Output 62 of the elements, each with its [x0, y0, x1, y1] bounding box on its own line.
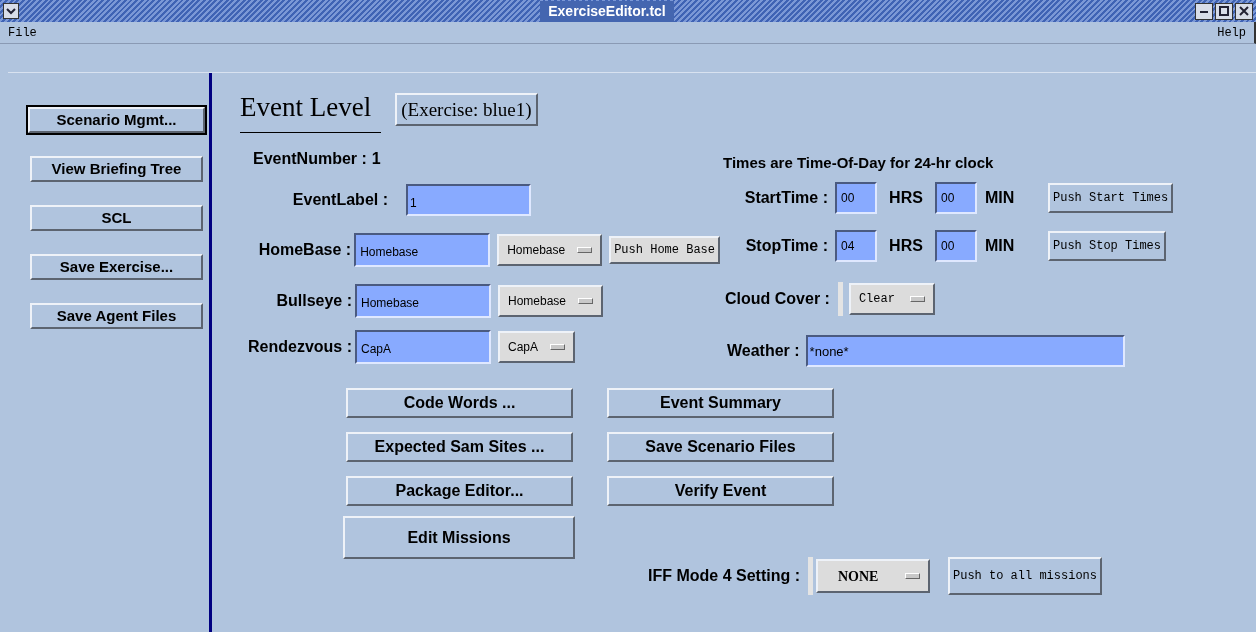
- field-label: Weather :: [727, 341, 800, 361]
- sidebar-button[interactable]: Scenario Mgmt...: [28, 107, 205, 133]
- sidebar-button[interactable]: View Briefing Tree: [30, 156, 203, 182]
- field-label: Cloud Cover :: [725, 289, 830, 309]
- menu-item[interactable]: File: [8, 23, 37, 42]
- field-label: EventLabel :: [291, 189, 388, 210]
- dropdown[interactable]: Homebase: [497, 233, 603, 266]
- dropdown[interactable]: NONE: [816, 559, 930, 593]
- input-field[interactable]: 00: [835, 182, 877, 214]
- input-field[interactable]: Homebase: [355, 283, 491, 318]
- field-value: 1: [371, 148, 381, 169]
- push-button[interactable]: Push Start Times: [1048, 183, 1174, 213]
- field-label: Bullseye :: [275, 290, 352, 311]
- input-field[interactable]: CapA: [355, 329, 491, 364]
- push-button[interactable]: Push Stop Times: [1048, 231, 1167, 261]
- action-button[interactable]: Event Summary: [607, 388, 834, 418]
- input-field[interactable]: *none*: [805, 335, 1125, 367]
- separator-bar: [837, 282, 843, 316]
- dropdown[interactable]: CapA: [498, 330, 576, 363]
- input-field[interactable]: 04: [835, 230, 877, 262]
- input-field[interactable]: 00: [935, 182, 977, 214]
- exercise-button[interactable]: (Exercise: blue1): [395, 93, 538, 127]
- field-label: EventNumber :: [253, 148, 367, 169]
- sidebar-button[interactable]: Save Agent Files: [30, 303, 203, 329]
- maximize-icon[interactable]: [1215, 2, 1233, 20]
- option-indicator-icon: [905, 573, 920, 579]
- action-button[interactable]: Verify Event: [607, 476, 834, 506]
- window-menu-icon[interactable]: [3, 3, 19, 19]
- menu-item[interactable]: Help: [1217, 23, 1246, 42]
- field-label: IFF Mode 4 Setting :: [648, 566, 800, 586]
- minimize-icon[interactable]: [1195, 2, 1213, 20]
- action-button[interactable]: Edit Missions: [343, 516, 575, 559]
- input-field[interactable]: 00: [935, 230, 977, 262]
- option-indicator-icon: [577, 246, 593, 253]
- unit-label: MIN: [984, 236, 1016, 256]
- window-title: ExerciseEditor.tcl: [540, 0, 674, 22]
- unit-label: HRS: [888, 236, 924, 256]
- note-text: Times are Time-Of-Day for 24-hr clock: [723, 152, 995, 173]
- push-button[interactable]: Push to all missions: [948, 557, 1103, 595]
- unit-label: HRS: [888, 188, 924, 208]
- field-label: StartTime :: [743, 188, 828, 208]
- option-indicator-icon: [578, 297, 594, 304]
- unit-label: MIN: [984, 188, 1016, 208]
- field-label: HomeBase :: [257, 239, 352, 260]
- action-button[interactable]: Expected Sam Sites ...: [346, 432, 573, 462]
- section-title: Event Level: [240, 87, 382, 133]
- input-field[interactable]: Homebase: [354, 232, 491, 267]
- push-button[interactable]: Push Home Base: [609, 235, 720, 264]
- input-field[interactable]: 1: [406, 183, 531, 216]
- field-label: Rendezvous :: [247, 336, 352, 357]
- option-indicator-icon: [909, 296, 925, 302]
- sidebar-button[interactable]: Save Exercise...: [30, 254, 203, 280]
- action-button[interactable]: Package Editor...: [346, 476, 573, 506]
- action-button[interactable]: Code Words ...: [346, 388, 573, 418]
- separator-bar: [808, 557, 813, 595]
- dropdown[interactable]: Homebase: [498, 284, 604, 317]
- option-indicator-icon: [550, 343, 566, 350]
- field-label: StopTime :: [744, 236, 828, 256]
- sidebar-button[interactable]: SCL: [30, 205, 203, 231]
- dropdown[interactable]: Clear: [848, 283, 935, 315]
- action-button[interactable]: Save Scenario Files: [607, 432, 834, 462]
- close-icon[interactable]: [1235, 2, 1253, 20]
